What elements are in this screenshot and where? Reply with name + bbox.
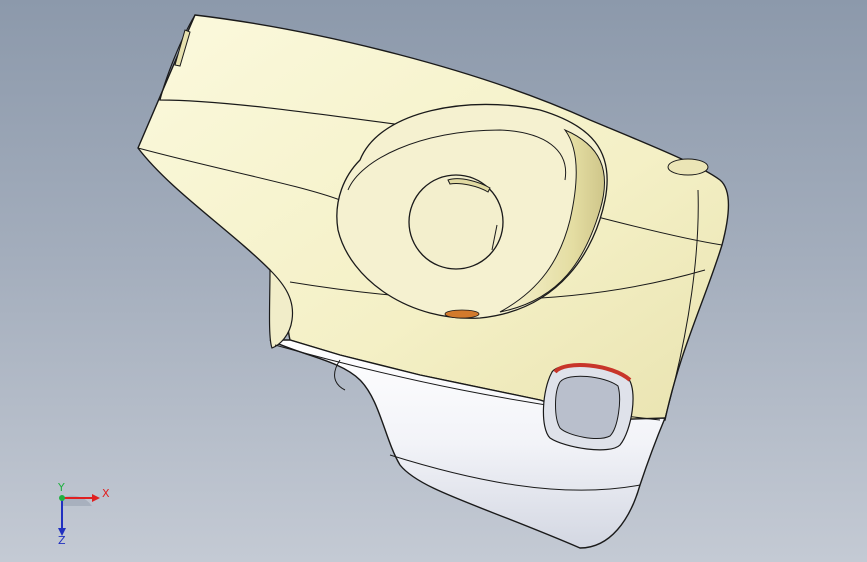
z-axis-label: Z xyxy=(58,534,66,546)
window-cutout-inner xyxy=(555,375,621,439)
x-arrow xyxy=(92,494,100,502)
orange-feature xyxy=(444,309,480,319)
cad-viewport[interactable] xyxy=(0,0,867,562)
y-axis-label: Y xyxy=(57,482,65,494)
x-axis-label: X xyxy=(102,487,110,500)
y-axis-dot xyxy=(59,495,65,501)
side-hole xyxy=(667,158,709,176)
coordinate-triad: X Y Z xyxy=(48,481,112,547)
